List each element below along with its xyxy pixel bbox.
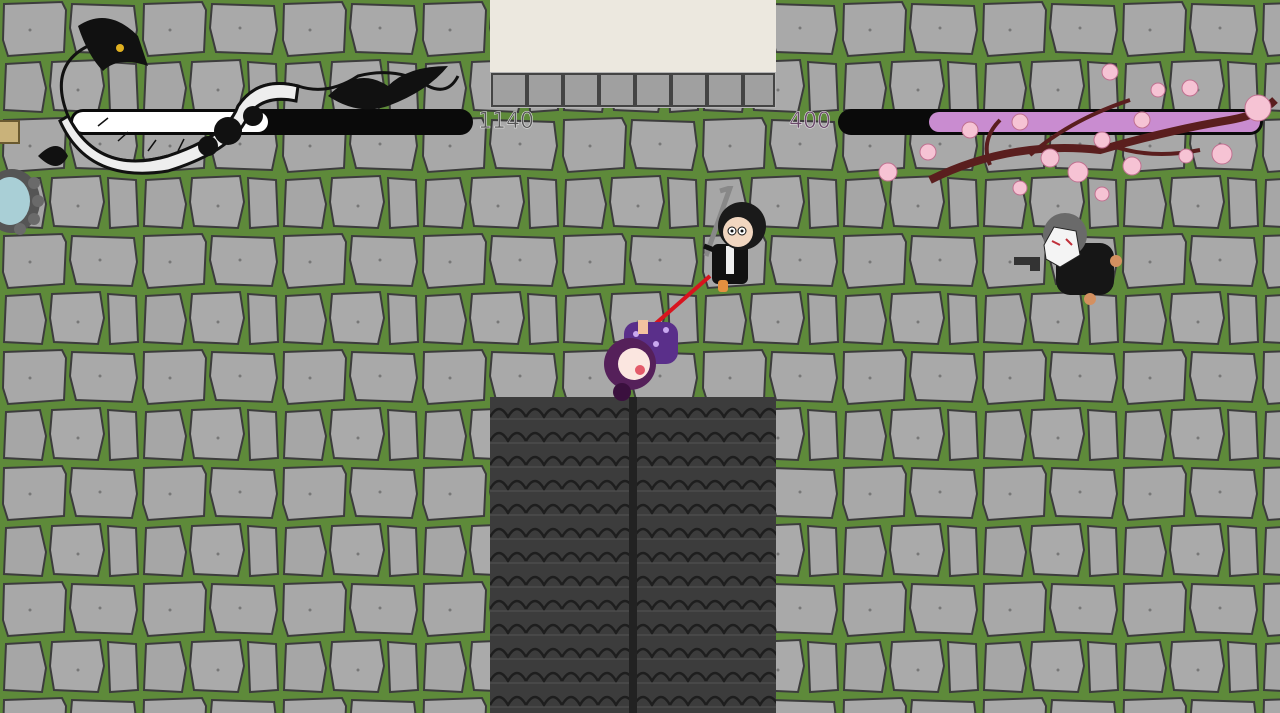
- cherry-blossom-emblem-icon: [878, 63, 1278, 202]
- dragon-emblem-icon: [38, 18, 460, 175]
- tiled-roof: [490, 397, 776, 713]
- upper-courtyard-floor: [490, 0, 776, 76]
- swordsman-katana-icon: [703, 186, 766, 292]
- stone-ledge: [490, 72, 776, 108]
- player-hp-value: 1140: [478, 109, 535, 135]
- masked-gunman-pistol-icon: [1014, 213, 1122, 305]
- lantern-post: [0, 120, 20, 144]
- enemy-hp-value: 400: [789, 109, 832, 135]
- game-stage: 1140 400: [0, 0, 1280, 713]
- purple-haired-girl-icon: [604, 320, 678, 401]
